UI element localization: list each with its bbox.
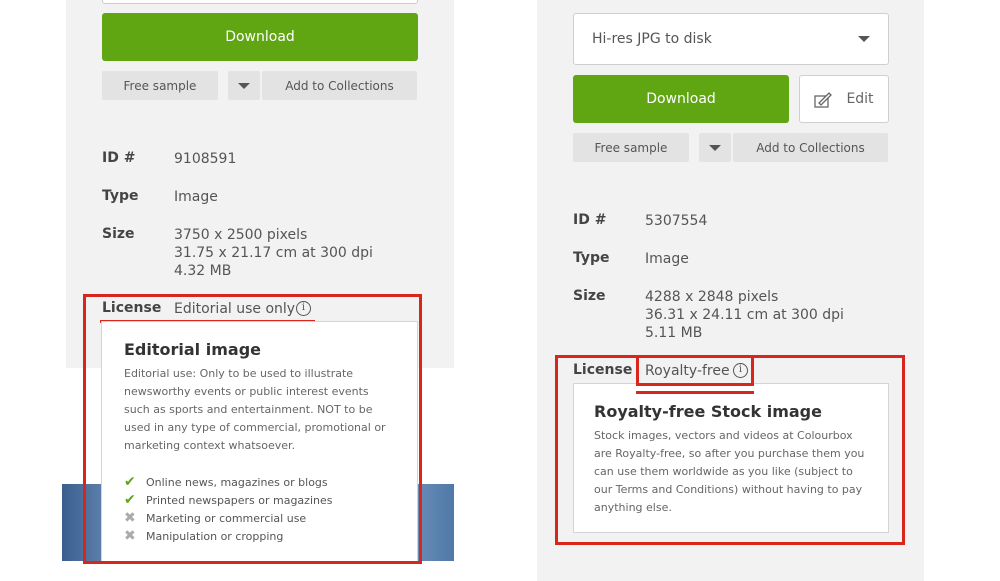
left-collections-dropdown-button[interactable] <box>228 71 260 100</box>
right-add-to-collections-button[interactable]: Add to Collections <box>733 133 888 162</box>
right-id-label: ID # <box>573 212 607 228</box>
left-size-pixels: 3750 x 2500 pixels <box>174 227 308 243</box>
chevron-down-icon <box>709 144 721 151</box>
right-format-select-value: Hi-res JPG to disk <box>592 31 712 47</box>
right-collections-dropdown-button[interactable] <box>699 133 731 162</box>
left-type-label: Type <box>102 188 139 204</box>
right-highlight-box <box>555 355 905 545</box>
left-size-label: Size <box>102 226 135 242</box>
right-id-value: 5307554 <box>645 213 708 229</box>
right-download-button[interactable]: Download <box>573 75 789 123</box>
left-size-values: 3750 x 2500 pixels 31.75 x 21.17 cm at 3… <box>174 226 373 280</box>
left-size-mb: 4.32 MB <box>174 263 232 279</box>
left-type-value: Image <box>174 189 218 205</box>
chevron-down-icon <box>858 36 870 42</box>
right-edit-button[interactable]: Edit <box>799 75 889 123</box>
left-id-value: 9108591 <box>174 151 237 167</box>
left-download-button[interactable]: Download <box>102 13 418 61</box>
chevron-down-icon <box>238 82 250 89</box>
left-format-select-edge[interactable] <box>102 0 418 4</box>
right-edit-label: Edit <box>846 91 874 107</box>
right-free-sample-button[interactable]: Free sample <box>573 133 689 162</box>
right-size-mb: 5.11 MB <box>645 325 703 341</box>
left-id-label: ID # <box>102 150 136 166</box>
right-size-cm: 36.31 x 24.11 cm at 300 dpi <box>645 307 844 323</box>
right-type-label: Type <box>573 250 610 266</box>
right-format-select[interactable]: Hi-res JPG to disk <box>573 13 889 65</box>
left-free-sample-button[interactable]: Free sample <box>102 71 218 100</box>
left-add-to-collections-button[interactable]: Add to Collections <box>262 71 417 100</box>
right-size-label: Size <box>573 288 606 304</box>
left-highlight-box <box>83 294 422 564</box>
right-type-value: Image <box>645 251 689 267</box>
right-size-values: 4288 x 2848 pixels 36.31 x 24.11 cm at 3… <box>645 288 844 342</box>
right-size-pixels: 4288 x 2848 pixels <box>645 289 779 305</box>
left-size-cm: 31.75 x 21.17 cm at 300 dpi <box>174 245 373 261</box>
edit-icon <box>814 92 833 108</box>
